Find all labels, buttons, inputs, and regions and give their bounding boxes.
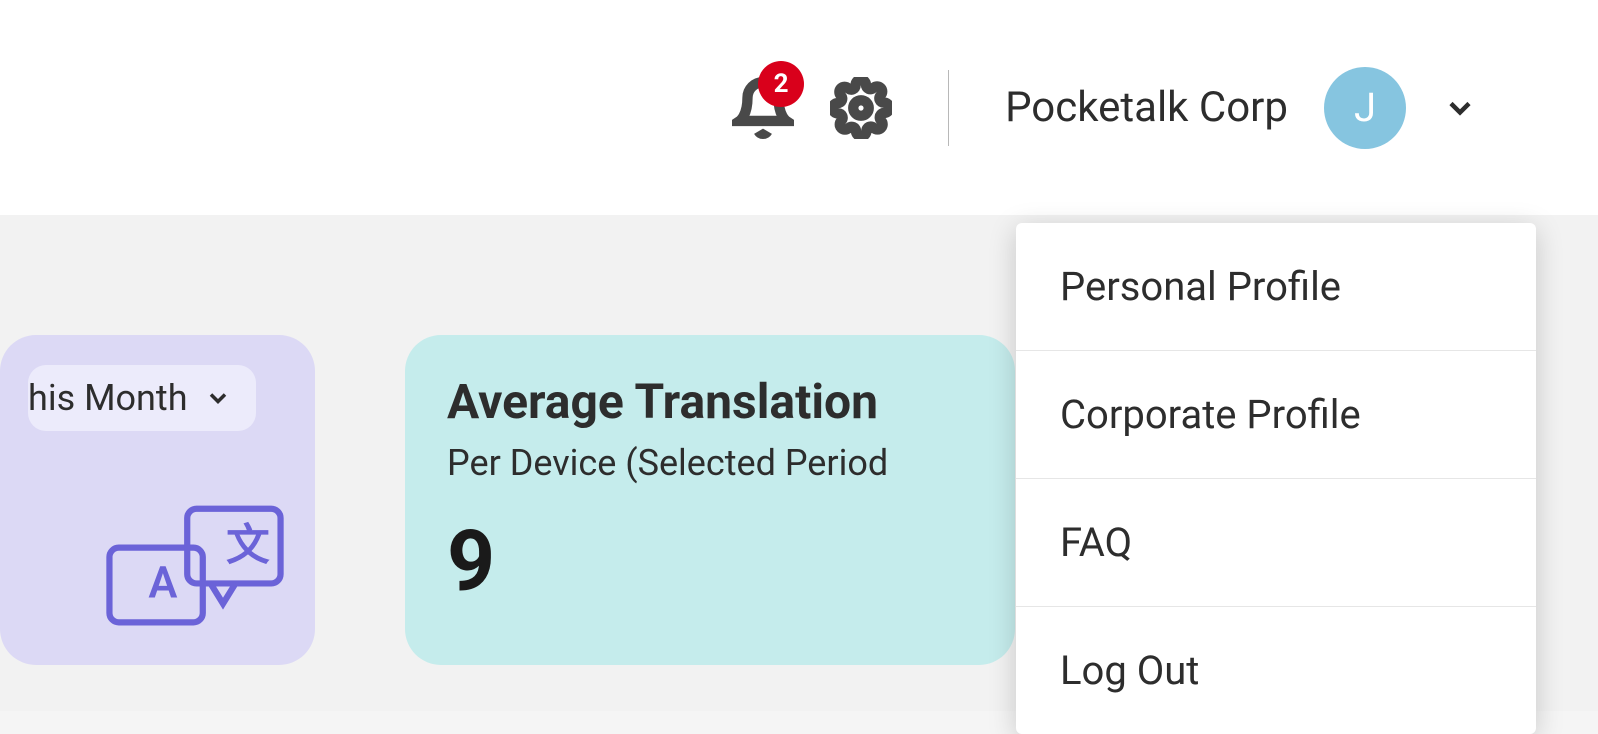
header-bar: 2 Pocketalk Corp J: [0, 0, 1598, 215]
avg-translation-card: Average Translation Per Device (Selected…: [405, 335, 1015, 665]
user-menu-toggle[interactable]: [1442, 90, 1478, 126]
org-name-label: Pocketalk Corp: [1005, 83, 1288, 132]
translation-icon: A 文: [100, 501, 290, 641]
card-value: 9: [447, 512, 973, 611]
period-selector[interactable]: his Month: [28, 365, 256, 431]
user-avatar[interactable]: J: [1324, 67, 1406, 149]
menu-item-logout[interactable]: Log Out: [1016, 607, 1536, 734]
settings-button[interactable]: [830, 77, 892, 139]
menu-item-corporate-profile[interactable]: Corporate Profile: [1016, 351, 1536, 479]
period-card: his Month A 文: [0, 335, 315, 665]
notifications-button[interactable]: 2: [732, 77, 794, 139]
chevron-down-icon: [204, 384, 232, 412]
user-dropdown-menu: Personal Profile Corporate Profile FAQ L…: [1016, 223, 1536, 734]
menu-item-faq[interactable]: FAQ: [1016, 479, 1536, 607]
notification-badge: 2: [758, 61, 804, 107]
svg-text:文: 文: [226, 520, 270, 571]
header-divider: [948, 70, 949, 146]
card-subtitle: Per Device (Selected Period: [447, 442, 973, 484]
svg-text:A: A: [148, 557, 177, 608]
period-label: his Month: [28, 377, 188, 419]
card-title: Average Translation: [447, 373, 973, 430]
menu-item-personal-profile[interactable]: Personal Profile: [1016, 223, 1536, 351]
